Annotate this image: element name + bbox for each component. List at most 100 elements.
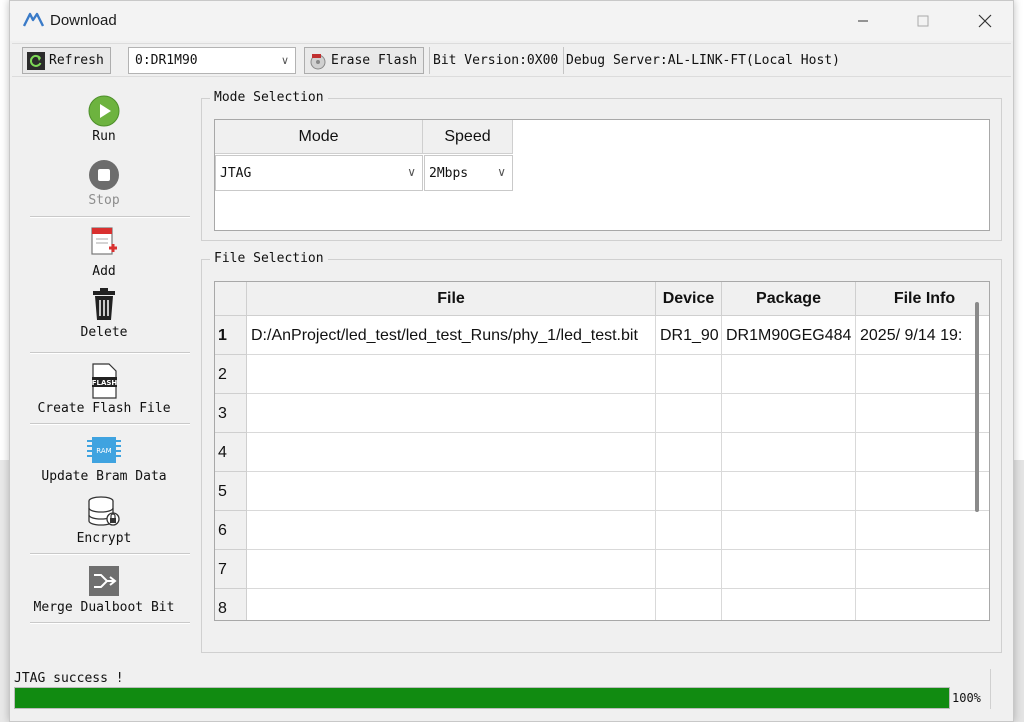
flash-icon-text: FLASH: [92, 379, 118, 387]
mode-table: Mode Speed JTAG ∨ 2Mbps ∨: [214, 119, 990, 231]
mode-select[interactable]: JTAG ∨: [215, 155, 423, 191]
row-header[interactable]: 6: [215, 511, 247, 550]
download-dialog: Download Refresh 0:DR1M90 ∨ Erase Flash …: [9, 0, 1014, 722]
row-header[interactable]: 8: [215, 589, 247, 620]
create-flash-file-label: Create Flash File: [37, 401, 171, 416]
package-cell[interactable]: [722, 433, 856, 472]
minimize-button[interactable]: [848, 9, 878, 33]
file-info-column-header[interactable]: File Info: [856, 282, 989, 316]
file-cell[interactable]: [247, 589, 656, 620]
encrypt-label: Encrypt: [76, 531, 132, 546]
file-info-cell[interactable]: [856, 550, 989, 589]
mode-select-value: JTAG: [220, 166, 252, 181]
row-header[interactable]: 3: [215, 394, 247, 433]
mode-column-header: Mode: [215, 120, 423, 154]
encrypt-button[interactable]: Encrypt: [14, 495, 194, 546]
debug-server-text: Debug Server:AL-LINK-FT(Local Host): [566, 53, 840, 68]
maximize-button[interactable]: [908, 9, 938, 33]
merge-icon: [89, 566, 119, 596]
device-column-header[interactable]: Device: [656, 282, 722, 316]
row-header[interactable]: 1: [215, 316, 247, 355]
file-cell[interactable]: [247, 472, 656, 511]
flash-file-icon: FLASH: [92, 363, 118, 399]
speed-column-header: Speed: [423, 120, 513, 154]
ram-icon-text: RAM: [96, 447, 111, 455]
panel-divider: [30, 423, 190, 425]
add-file-icon: [91, 227, 117, 255]
maximize-icon: [917, 15, 929, 27]
speed-select-value: 2Mbps: [429, 166, 469, 181]
mode-selection-group: Mode Selection Mode Speed JTAG ∨ 2Mbps ∨: [201, 90, 1002, 241]
file-selection-title: File Selection: [210, 251, 328, 266]
device-cell[interactable]: [656, 472, 722, 511]
package-cell[interactable]: [722, 394, 856, 433]
file-cell[interactable]: [247, 355, 656, 394]
add-button[interactable]: Add: [14, 226, 194, 279]
progress-label: 100%: [952, 691, 981, 705]
file-column-header[interactable]: File: [247, 282, 656, 316]
file-info-cell[interactable]: [856, 433, 989, 472]
close-button[interactable]: [970, 9, 1000, 33]
file-cell[interactable]: D:/AnProject/led_test/led_test_Runs/phy_…: [247, 316, 656, 355]
file-info-cell[interactable]: [856, 511, 989, 550]
file-info-cell[interactable]: [856, 355, 989, 394]
window-title: Download: [50, 12, 117, 29]
device-cell[interactable]: [656, 355, 722, 394]
refresh-label: Refresh: [49, 53, 104, 68]
device-cell[interactable]: [656, 511, 722, 550]
panel-divider: [30, 553, 190, 555]
status-message: JTAG success !: [14, 671, 124, 686]
file-selection-group: File Selection File Device Package File …: [201, 251, 1002, 653]
action-panel: Run Stop Add Delete FLASH Create Flash F…: [14, 81, 194, 641]
row-header[interactable]: 7: [215, 550, 247, 589]
erase-flash-label: Erase Flash: [331, 53, 418, 68]
run-label: Run: [92, 129, 116, 144]
device-cell[interactable]: DR1_90: [656, 316, 722, 355]
device-cell[interactable]: [656, 550, 722, 589]
row-header[interactable]: 2: [215, 355, 247, 394]
merge-dualboot-bit-button[interactable]: Merge Dualboot Bit: [14, 564, 194, 615]
file-info-cell[interactable]: [856, 472, 989, 511]
package-cell[interactable]: DR1M90GEG484: [722, 316, 856, 355]
ram-chip-icon: RAM: [87, 437, 121, 463]
device-cell[interactable]: [656, 589, 722, 620]
erase-flash-button[interactable]: Erase Flash: [304, 47, 425, 74]
file-info-cell[interactable]: [856, 394, 989, 433]
close-icon: [978, 14, 992, 28]
panel-divider: [30, 352, 190, 354]
device-select[interactable]: 0:DR1M90 ∨: [128, 47, 296, 74]
file-cell[interactable]: [247, 550, 656, 589]
refresh-button[interactable]: Refresh: [22, 47, 111, 74]
speed-select[interactable]: 2Mbps ∨: [424, 155, 513, 191]
package-cell[interactable]: [722, 511, 856, 550]
device-cell[interactable]: [656, 394, 722, 433]
run-button[interactable]: Run: [14, 95, 194, 144]
create-flash-file-button[interactable]: FLASH Create Flash File: [14, 363, 194, 416]
vertical-scrollbar[interactable]: [975, 302, 979, 512]
row-header[interactable]: 5: [215, 472, 247, 511]
toolbar-separator: [429, 47, 430, 74]
package-cell[interactable]: [722, 472, 856, 511]
background-panel-right: [1013, 460, 1024, 722]
progress-bar: [14, 687, 950, 709]
file-info-cell[interactable]: [856, 589, 989, 620]
status-divider: [990, 669, 991, 709]
delete-button[interactable]: Delete: [14, 287, 194, 340]
package-column-header[interactable]: Package: [722, 282, 856, 316]
erase-disk-icon: [310, 53, 326, 69]
stop-icon: [89, 160, 119, 190]
app-logo-icon: [23, 12, 45, 27]
file-cell[interactable]: [247, 394, 656, 433]
package-cell[interactable]: [722, 355, 856, 394]
package-cell[interactable]: [722, 589, 856, 620]
update-bram-data-button[interactable]: RAM Update Bram Data: [14, 433, 194, 484]
file-cell[interactable]: [247, 433, 656, 472]
file-info-cell[interactable]: 2025/ 9/14 19:: [856, 316, 989, 355]
chevron-down-icon: ∨: [280, 54, 289, 67]
row-header[interactable]: 4: [215, 433, 247, 472]
file-cell[interactable]: [247, 511, 656, 550]
mode-selection-title: Mode Selection: [210, 90, 328, 105]
stop-button[interactable]: Stop: [14, 159, 194, 208]
device-cell[interactable]: [656, 433, 722, 472]
package-cell[interactable]: [722, 550, 856, 589]
